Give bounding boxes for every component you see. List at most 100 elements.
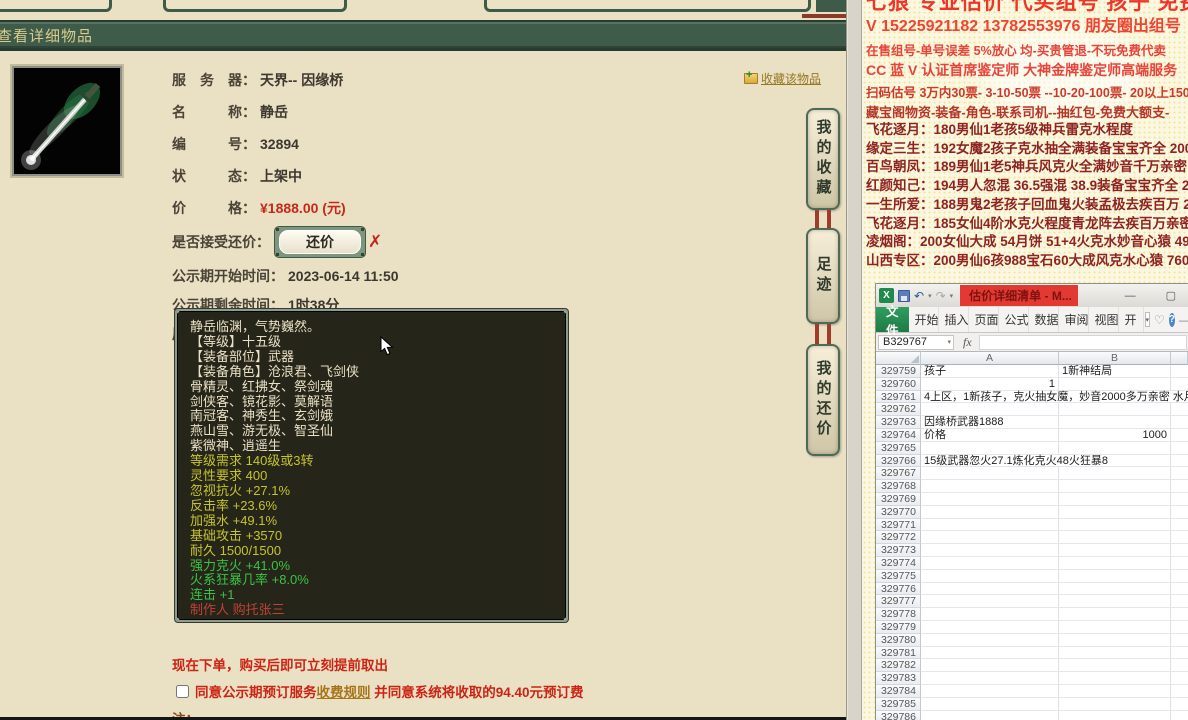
row-number[interactable]: 329767 (876, 467, 921, 481)
cell-b[interactable] (1059, 710, 1171, 720)
cell-a[interactable] (921, 556, 1059, 570)
cell-b[interactable]: 1000 (1059, 428, 1171, 442)
cell-b[interactable] (1059, 441, 1171, 455)
cell-b[interactable] (1059, 531, 1171, 545)
cell-c[interactable] (1171, 621, 1188, 634)
cell-a[interactable] (921, 595, 1059, 609)
cell-b[interactable] (1059, 518, 1171, 532)
cell-c[interactable] (1171, 378, 1188, 391)
cell-b[interactable] (1059, 582, 1171, 596)
fee-rules-link[interactable]: 收费规则 (317, 685, 371, 700)
cell-c[interactable] (1171, 557, 1188, 570)
row-number[interactable]: 329784 (876, 684, 921, 698)
ribbon-tab-视图[interactable]: 视图 (1089, 307, 1119, 332)
row-number[interactable]: 329759 (876, 365, 921, 378)
cell-b[interactable] (1059, 633, 1171, 647)
cell-c[interactable] (1171, 608, 1188, 621)
column-header-b[interactable]: B (1059, 352, 1171, 365)
excel-title-bar[interactable]: X ↶ ▾ ↷ ▾ 估价详细清单 - M... — ▢ (876, 284, 1188, 307)
row-number[interactable]: 329760 (876, 377, 921, 391)
cell-c[interactable] (1171, 595, 1188, 609)
help-icon[interactable]: ? (1168, 312, 1175, 327)
cell-a[interactable] (921, 620, 1059, 634)
qat-dropdown-icon[interactable]: ▾ (950, 292, 954, 300)
ribbon-tab-插入[interactable]: 插入 (939, 307, 969, 332)
undo-icon[interactable]: ↶ (914, 290, 924, 302)
cell-c[interactable] (1171, 403, 1188, 417)
cell-a[interactable] (921, 697, 1059, 711)
row-number[interactable]: 329781 (876, 646, 921, 660)
ribbon-tab-公式[interactable]: 公式 (999, 307, 1029, 332)
row-number[interactable]: 329777 (876, 595, 921, 609)
agree-checkbox[interactable] (176, 684, 189, 698)
cell-c[interactable] (1171, 583, 1188, 596)
row-number[interactable]: 329762 (876, 403, 921, 417)
row-number[interactable]: 329782 (876, 659, 921, 673)
row-number[interactable]: 329774 (876, 556, 921, 570)
cell-c[interactable] (1171, 442, 1188, 455)
cell-c[interactable] (1171, 506, 1188, 519)
favorite-link[interactable]: 收藏该物品 (744, 69, 821, 87)
ribbon-tab-开[interactable]: 开 (1119, 307, 1144, 332)
cell-c[interactable] (1171, 519, 1188, 532)
cell-b[interactable] (1059, 467, 1171, 481)
row-number[interactable]: 329763 (876, 416, 921, 429)
cell-c[interactable] (1171, 570, 1188, 583)
cell-b[interactable] (1059, 544, 1171, 557)
row-number[interactable]: 329786 (876, 710, 921, 720)
cell-b[interactable]: 1新神结局 (1059, 365, 1171, 378)
row-number[interactable]: 329765 (876, 441, 921, 455)
cell-b[interactable] (1059, 595, 1171, 609)
ribbon-tab-数据[interactable]: 数据 (1029, 307, 1059, 332)
row-number[interactable]: 329766 (876, 454, 921, 468)
cell-c[interactable] (1171, 647, 1188, 660)
cell-a[interactable]: 4上区，1新孩子，克火抽女魔，妙音2000多万亲密 水月 (921, 390, 1188, 404)
row-number[interactable]: 329770 (876, 505, 921, 519)
cell-a[interactable] (921, 492, 1059, 506)
cell-a[interactable] (921, 672, 1059, 685)
cell-c[interactable] (1171, 711, 1188, 720)
row-number[interactable]: 329783 (876, 672, 921, 685)
cell-a[interactable] (921, 441, 1059, 455)
cell-a[interactable] (921, 480, 1059, 493)
formula-input[interactable] (978, 334, 1187, 350)
ribbon-minimize-icon[interactable]: — (1179, 313, 1188, 327)
row-number[interactable]: 329773 (876, 544, 921, 557)
row-number[interactable]: 329771 (876, 518, 921, 532)
row-number[interactable]: 329775 (876, 569, 921, 583)
save-icon[interactable] (898, 289, 910, 302)
cell-a[interactable] (921, 518, 1059, 532)
heart-icon[interactable]: ♡ (1154, 313, 1165, 327)
cell-a[interactable] (921, 646, 1059, 660)
side-tab-my-bargains[interactable]: 我的还价 (806, 344, 840, 456)
side-tab-my-favorites[interactable]: 我的收藏 (806, 108, 840, 210)
column-header-c[interactable] (1171, 352, 1188, 365)
minimize-icon[interactable]: — (1125, 290, 1136, 302)
row-number[interactable]: 329769 (876, 492, 921, 506)
row-number[interactable]: 329785 (876, 697, 921, 711)
cell-a[interactable]: 孩子 (921, 365, 1059, 378)
cell-c[interactable] (1171, 480, 1188, 493)
cell-c[interactable] (1171, 455, 1188, 468)
select-all-corner[interactable] (876, 352, 921, 365)
cell-a[interactable] (921, 531, 1059, 545)
name-box[interactable]: B329767 ▾ (878, 334, 954, 350)
cell-c[interactable] (1171, 544, 1188, 557)
cell-c[interactable] (1171, 659, 1188, 673)
cell-c[interactable] (1171, 429, 1188, 442)
cell-c[interactable] (1171, 531, 1188, 545)
cell-b[interactable] (1059, 492, 1171, 506)
maximize-icon[interactable]: ▢ (1166, 289, 1176, 302)
cell-a[interactable] (921, 505, 1059, 519)
cell-b[interactable] (1059, 646, 1171, 660)
cell-a[interactable]: 1 (921, 377, 1059, 391)
cell-a[interactable] (921, 710, 1059, 720)
cell-b[interactable] (1059, 620, 1171, 634)
cell-c[interactable] (1171, 672, 1188, 685)
cell-a[interactable] (921, 659, 1059, 673)
cell-b[interactable] (1059, 556, 1171, 570)
cell-b[interactable] (1059, 569, 1171, 583)
row-number[interactable]: 329776 (876, 582, 921, 596)
cell-c[interactable] (1171, 416, 1188, 429)
cell-b[interactable] (1059, 403, 1171, 417)
